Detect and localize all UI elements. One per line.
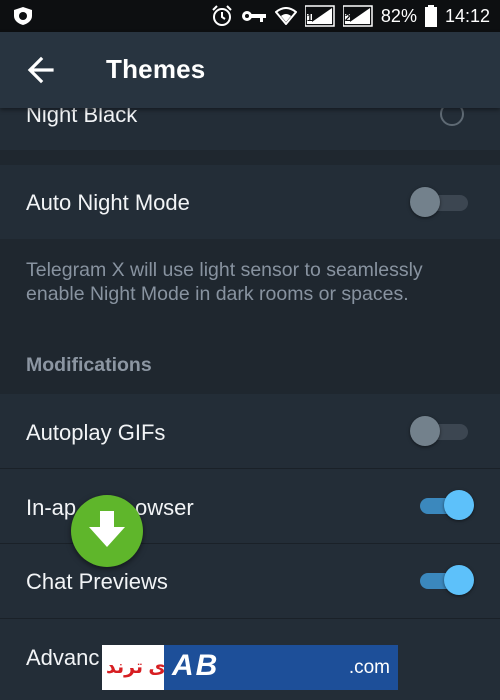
sim1-label: 1 bbox=[306, 13, 313, 24]
setting-row-auto-night-mode[interactable]: Auto Night Mode bbox=[0, 165, 500, 239]
auto-night-toggle[interactable] bbox=[410, 187, 470, 217]
vpn-shield-icon bbox=[12, 6, 34, 26]
battery-icon bbox=[424, 5, 437, 27]
setting-label: In-ap bbox=[26, 495, 77, 520]
status-bar: 1 2 82% 14:12 bbox=[0, 0, 500, 32]
toggle-thumb bbox=[444, 490, 474, 520]
watermark-persian-text: آی ترند bbox=[106, 657, 173, 678]
toggle-thumb bbox=[410, 416, 440, 446]
setting-label: Auto Night Mode bbox=[26, 190, 190, 215]
setting-row-chat-previews[interactable]: Chat Previews bbox=[0, 544, 500, 618]
in-app-browser-toggle[interactable] bbox=[414, 490, 474, 520]
page-title: Themes bbox=[106, 54, 206, 84]
sim2-label: 2 bbox=[344, 13, 351, 24]
back-button[interactable] bbox=[22, 52, 62, 88]
setting-label: Autoplay GIFs bbox=[26, 420, 166, 445]
signal-sim2-icon: 2 bbox=[342, 5, 373, 27]
wifi-icon bbox=[274, 7, 297, 25]
app-bar: Themes bbox=[0, 32, 500, 108]
autoplay-gifs-toggle[interactable] bbox=[410, 416, 470, 446]
chat-previews-toggle[interactable] bbox=[414, 565, 474, 595]
download-arrow-icon bbox=[89, 511, 125, 547]
setting-label: Advanc bbox=[26, 645, 100, 670]
clock-time: 14:12 bbox=[444, 5, 490, 26]
section-header-modifications: Modifications bbox=[26, 354, 152, 376]
setting-label-tail: owser bbox=[135, 495, 194, 520]
status-icons: 1 2 82% 14:12 bbox=[211, 0, 490, 32]
battery-percent: 82% bbox=[380, 5, 417, 26]
toggle-thumb bbox=[410, 187, 440, 217]
arrow-left-icon bbox=[27, 56, 54, 84]
theme-row-night-black[interactable]: Night Black bbox=[0, 102, 500, 150]
setting-label: Chat Previews bbox=[26, 569, 168, 594]
setting-row-autoplay-gifs[interactable]: Autoplay GIFs bbox=[0, 394, 500, 468]
auto-night-description: Telegram X will use light sensor to seam… bbox=[26, 259, 423, 305]
watermark-logo-text: AB bbox=[172, 649, 220, 682]
download-fab[interactable] bbox=[71, 495, 143, 567]
key-icon bbox=[241, 9, 267, 23]
signal-sim1-icon: 1 bbox=[304, 5, 335, 27]
alarm-clock-icon bbox=[211, 5, 233, 27]
watermark-domain: .com bbox=[348, 657, 390, 678]
watermark-banner: آی ترند AB .com bbox=[102, 645, 398, 690]
toggle-thumb bbox=[444, 565, 474, 595]
